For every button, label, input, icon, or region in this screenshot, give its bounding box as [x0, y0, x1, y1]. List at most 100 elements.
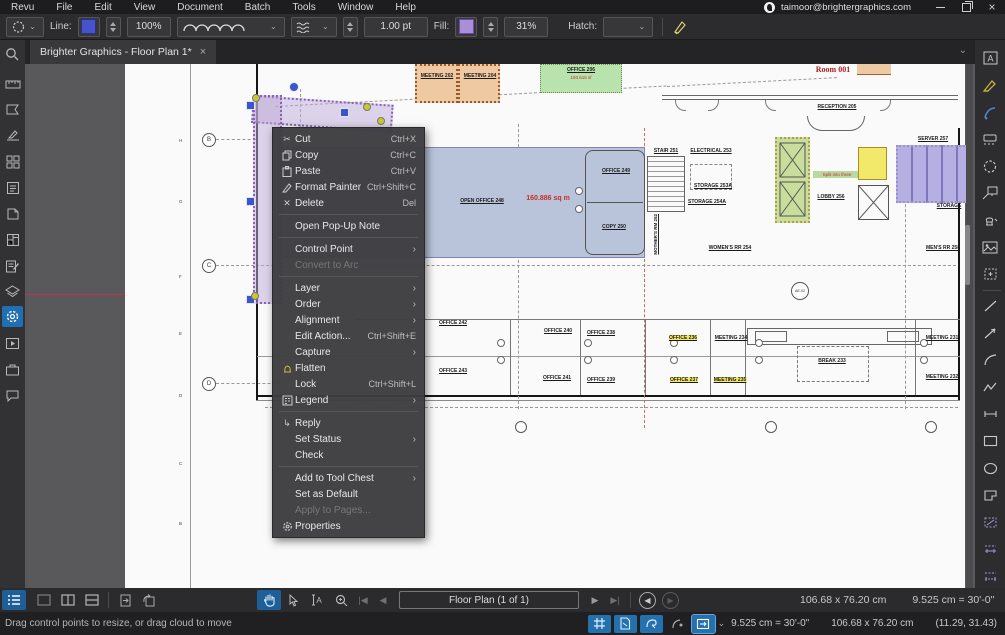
context-menu-item-paste[interactable]: PasteCtrl+V	[273, 163, 424, 179]
tab-floor-plan[interactable]: Brighter Graphics - Floor Plan 1* ×	[30, 40, 216, 64]
context-menu-item-legend[interactable]: Legend›	[273, 392, 424, 408]
menu-help[interactable]: Help	[384, 2, 427, 13]
pen-tool-icon[interactable]	[672, 19, 688, 35]
context-menu-item-add-to-tool-chest[interactable]: Add to Tool Chest›	[273, 470, 424, 486]
menu-window[interactable]: Window	[327, 2, 385, 13]
line-opacity-value[interactable]: 100%	[127, 17, 171, 37]
markups-list-icon[interactable]	[2, 255, 23, 276]
sync-views-toggle[interactable]	[692, 615, 715, 633]
control-point[interactable]	[363, 103, 371, 111]
menu-batch[interactable]: Batch	[234, 2, 282, 13]
bookmarks-icon[interactable]	[2, 177, 23, 198]
zoom-tool-icon[interactable]	[329, 590, 353, 610]
context-menu-item-delete[interactable]: ✕DeleteDel	[273, 195, 424, 211]
image-icon[interactable]	[980, 237, 1000, 257]
reuse-tool-toggle[interactable]	[666, 615, 689, 633]
next-page-button[interactable]: ▶	[585, 595, 605, 606]
pdf-page[interactable]: H G F E D C B B C D	[125, 64, 965, 588]
split-vertical-icon[interactable]	[56, 590, 80, 610]
stamp-icon[interactable]	[980, 210, 1000, 230]
hatch-dropdown[interactable]: ⌄	[603, 17, 653, 37]
area-measure-icon[interactable]	[980, 512, 1000, 532]
selection-handle[interactable]	[340, 108, 349, 117]
selection-handle[interactable]	[246, 197, 255, 206]
line-color-button[interactable]	[78, 17, 100, 37]
rotate-page-icon[interactable]	[137, 590, 161, 610]
toolbox-icon[interactable]	[2, 359, 23, 380]
restore-button[interactable]	[953, 0, 979, 14]
snap-to-grid-toggle[interactable]	[588, 615, 611, 633]
length-measure-icon[interactable]	[980, 539, 1000, 559]
line-ends-dropdown[interactable]: ⌄	[291, 17, 337, 37]
highlighter-pen-icon[interactable]	[980, 75, 1000, 95]
scrollbar-thumb[interactable]	[965, 225, 970, 285]
context-menu-item-check[interactable]: Check	[273, 447, 424, 463]
signature-icon[interactable]	[2, 125, 23, 146]
context-menu-item-alignment[interactable]: Alignment›	[273, 312, 424, 328]
context-menu-item-open-popup-note[interactable]: Open Pop-Up Note	[273, 218, 424, 234]
dimension-icon[interactable]	[980, 404, 1000, 424]
search-icon[interactable]	[2, 44, 23, 65]
fill-opacity-value[interactable]: 31%	[504, 17, 548, 37]
layers-icon[interactable]	[2, 281, 23, 302]
next-view-button[interactable]: ▶	[662, 592, 679, 609]
arc-icon[interactable]	[980, 350, 1000, 370]
select-tool-icon[interactable]	[281, 590, 305, 610]
pan-tool-button[interactable]	[257, 590, 281, 610]
context-menu-item-set-status[interactable]: Set Status›	[273, 431, 424, 447]
eraser-icon[interactable]	[980, 129, 1000, 149]
snap-to-content-toggle[interactable]	[614, 615, 637, 633]
thumbnails-icon[interactable]	[2, 151, 23, 172]
cloud-icon[interactable]	[980, 156, 1000, 176]
fill-opacity-stepper[interactable]	[483, 17, 498, 37]
menu-edit[interactable]: Edit	[83, 2, 122, 13]
menu-document[interactable]: Document	[166, 2, 234, 13]
ink-pen-icon[interactable]	[980, 102, 1000, 122]
tool-chest-icon[interactable]	[2, 306, 23, 327]
tab-close-icon[interactable]: ×	[200, 46, 206, 58]
selection-handle[interactable]	[246, 101, 255, 110]
studio-chat-icon[interactable]	[2, 385, 23, 406]
line-opacity-stepper[interactable]	[106, 17, 121, 37]
control-point[interactable]	[377, 117, 385, 125]
context-menu-item-reply[interactable]: ↳Reply	[273, 415, 424, 431]
perimeter-measure-icon[interactable]	[980, 566, 1000, 586]
fill-color-button[interactable]	[455, 17, 477, 37]
prev-page-button[interactable]: ◀	[373, 595, 393, 606]
close-button[interactable]: ×	[979, 0, 1005, 14]
split-horizontal-icon[interactable]	[80, 590, 104, 610]
snap-to-markups-toggle[interactable]	[640, 615, 663, 633]
fit-page-icon[interactable]	[113, 590, 137, 610]
context-menu-item-flatten[interactable]: Flatten	[273, 360, 424, 376]
line-style-dropdown[interactable]: ⌄	[177, 17, 285, 37]
media-icon[interactable]	[2, 333, 23, 354]
context-menu-item-order[interactable]: Order›	[273, 296, 424, 312]
context-menu-item-capture[interactable]: Capture›	[273, 344, 424, 360]
context-menu-item-set-as-default[interactable]: Set as Default	[273, 486, 424, 502]
account-area[interactable]: taimoor@brightergraphics.com	[764, 2, 911, 13]
file-access-icon[interactable]	[2, 203, 23, 224]
control-point[interactable]	[252, 94, 260, 102]
context-menu-item-control-point[interactable]: Control Point›	[273, 241, 424, 257]
context-menu-item-edit-action[interactable]: Edit Action...Ctrl+Shift+E	[273, 328, 424, 344]
rotation-handle[interactable]	[289, 82, 299, 92]
vertical-scrollbar[interactable]	[966, 64, 973, 588]
context-menu-item-format-painter[interactable]: Format PainterCtrl+Shift+C	[273, 179, 424, 195]
polyline-icon[interactable]	[980, 377, 1000, 397]
context-menu-item-properties[interactable]: Properties	[273, 518, 424, 534]
minimize-button[interactable]	[927, 0, 953, 14]
menu-revu[interactable]: Revu	[0, 2, 45, 13]
menu-file[interactable]: File	[45, 2, 83, 13]
ellipse-icon[interactable]	[980, 458, 1000, 478]
panels-list-button[interactable]	[2, 590, 26, 610]
previous-view-button[interactable]: ◀	[639, 592, 656, 609]
menu-view[interactable]: View	[123, 2, 167, 13]
last-page-button[interactable]: ▶|	[605, 595, 625, 606]
line-width-stepper[interactable]	[343, 17, 358, 37]
drawing-canvas[interactable]: H G F E D C B B C D	[25, 64, 975, 588]
select-text-icon[interactable]: A	[305, 590, 329, 610]
polygon-icon[interactable]	[980, 485, 1000, 505]
measure-icon[interactable]	[2, 73, 23, 94]
flag-icon[interactable]	[2, 99, 23, 120]
context-menu-item-lock[interactable]: LockCtrl+Shift+L	[273, 376, 424, 392]
